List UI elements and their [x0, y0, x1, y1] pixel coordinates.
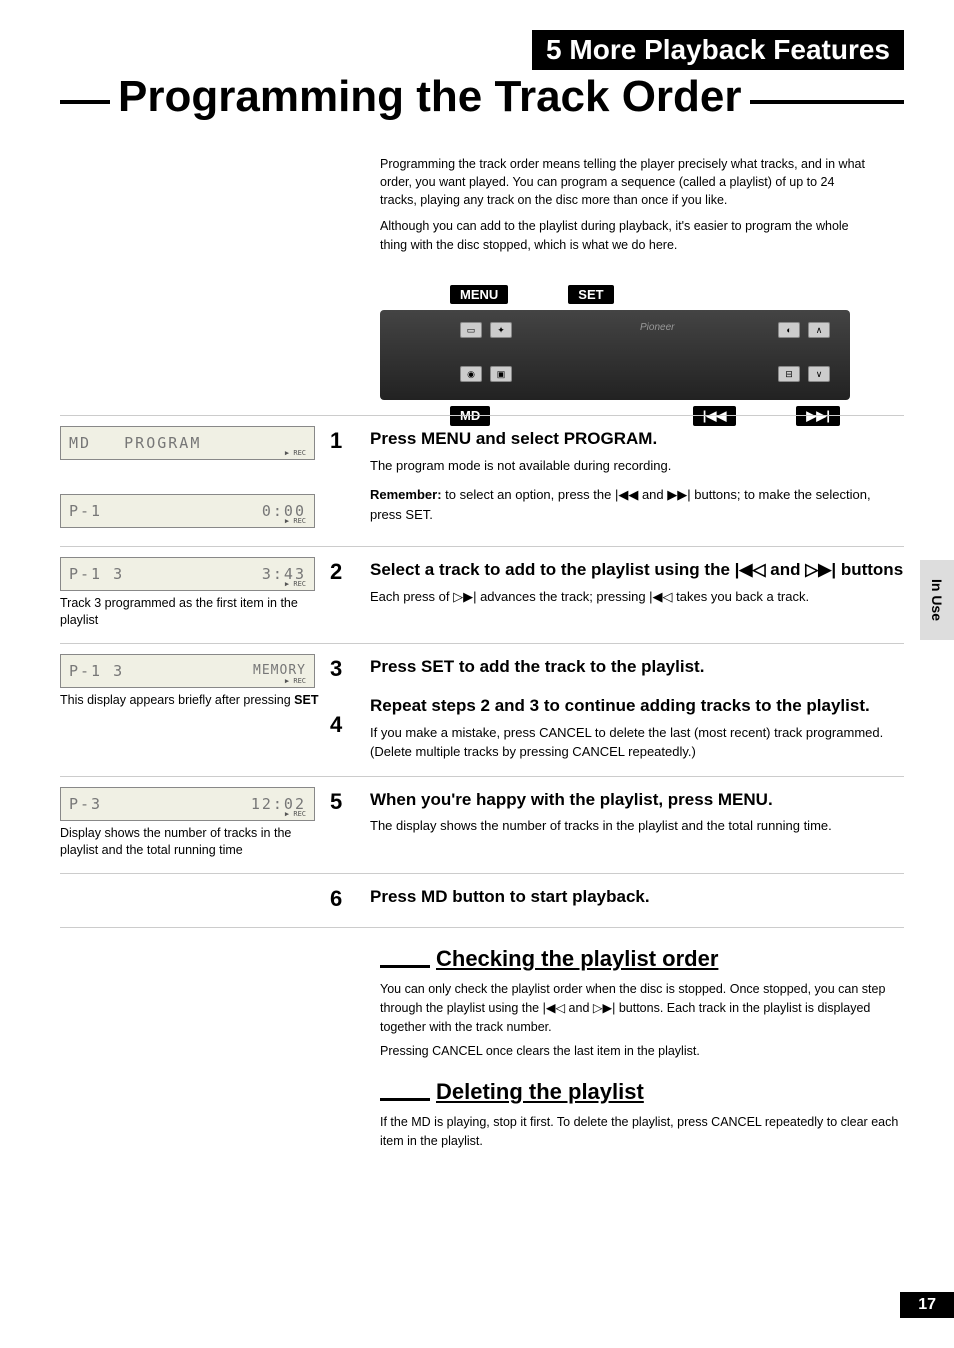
- md-icon: ◉: [460, 366, 482, 382]
- lcd-display: P-1 3 3:43 ▶ REC: [60, 557, 315, 591]
- side-tab: In Use: [920, 560, 954, 640]
- subsection-heading: Checking the playlist order: [430, 946, 724, 972]
- lcd-display: P-1 0:00 ▶ REC: [60, 494, 315, 528]
- chapter-label: 5 More Playback Features: [532, 30, 904, 70]
- step-title: Press MENU and select PROGRAM.: [370, 426, 904, 452]
- vol-icon: ⊟: [778, 366, 800, 382]
- step-number: 3: [330, 656, 370, 682]
- intro-text: Programming the track order means tellin…: [380, 155, 874, 262]
- step-body: If you make a mistake, press CANCEL to d…: [370, 723, 904, 762]
- step-number: 2: [330, 557, 370, 585]
- lcd-caption: Track 3 programmed as the first item in …: [60, 595, 320, 629]
- step-1: MD PROGRAM ▶ REC P-1 0:00 ▶ REC 1 Press …: [60, 415, 904, 547]
- lcd-display: MD PROGRAM ▶ REC: [60, 426, 315, 460]
- menu-label: MENU: [450, 285, 508, 304]
- step-number: 1: [330, 426, 370, 454]
- up-icon: ∧: [808, 322, 830, 338]
- subsection-deleting: Deleting the playlist: [380, 1079, 904, 1105]
- step-body: The display shows the number of tracks i…: [370, 816, 904, 836]
- eq-icon: ◐: [778, 322, 800, 338]
- step-body: Each press of ▷▶| advances the track; pr…: [370, 587, 904, 607]
- down-icon: ∨: [808, 366, 830, 382]
- lcd-caption: This display appears briefly after press…: [60, 692, 320, 709]
- cancel-icon: ▣: [490, 366, 512, 382]
- step-title: Press SET to add the track to the playli…: [370, 654, 904, 680]
- step-title: Select a track to add to the playlist us…: [370, 557, 904, 583]
- remote-body: ▭ ✦ ◉ ▣ ◐ ∧ ⊟ ∨ Pioneer: [380, 310, 850, 400]
- page-number: 17: [900, 1292, 954, 1318]
- brand-text: Pioneer: [640, 322, 674, 333]
- step-body: Remember: to select an option, press the…: [370, 485, 904, 524]
- subsection-body: You can only check the playlist order wh…: [380, 980, 904, 1061]
- step-number: 6: [330, 884, 370, 912]
- step-title: When you're happy with the playlist, pre…: [370, 787, 904, 813]
- step-5: P-3 12:02 ▶ REC Display shows the number…: [60, 777, 904, 874]
- step-2: P-1 3 3:43 ▶ REC Track 3 programmed as t…: [60, 547, 904, 644]
- set-label: SET: [568, 285, 613, 304]
- menu-icon: ▭: [460, 322, 482, 338]
- subsection-heading: Deleting the playlist: [430, 1079, 650, 1105]
- remote-diagram: MENU SET ▭ ✦ ◉ ▣ ◐ ∧ ⊟ ∨ Pioneer MD |◀◀ …: [380, 285, 874, 426]
- step-3-4: P-1 3 MEMORY ▶ REC This display appears …: [60, 644, 904, 777]
- lcd-display: P-3 12:02 ▶ REC: [60, 787, 315, 821]
- step-body: The program mode is not available during…: [370, 456, 904, 476]
- step-title: Repeat steps 2 and 3 to continue adding …: [370, 693, 904, 719]
- section-title: Programming the Track Order: [60, 72, 904, 122]
- set-icon: ✦: [490, 322, 512, 338]
- subsection-body: If the MD is playing, stop it first. To …: [380, 1113, 904, 1151]
- lcd-display: P-1 3 MEMORY ▶ REC: [60, 654, 315, 688]
- step-6: 6 Press MD button to start playback.: [60, 874, 904, 929]
- subsection-checking: Checking the playlist order: [380, 946, 904, 972]
- step-number: 4: [330, 712, 370, 738]
- step-title: Press MD button to start playback.: [370, 884, 904, 910]
- page-title: Programming the Track Order: [110, 72, 750, 122]
- lcd-caption: Display shows the number of tracks in th…: [60, 825, 320, 859]
- step-number: 5: [330, 787, 370, 815]
